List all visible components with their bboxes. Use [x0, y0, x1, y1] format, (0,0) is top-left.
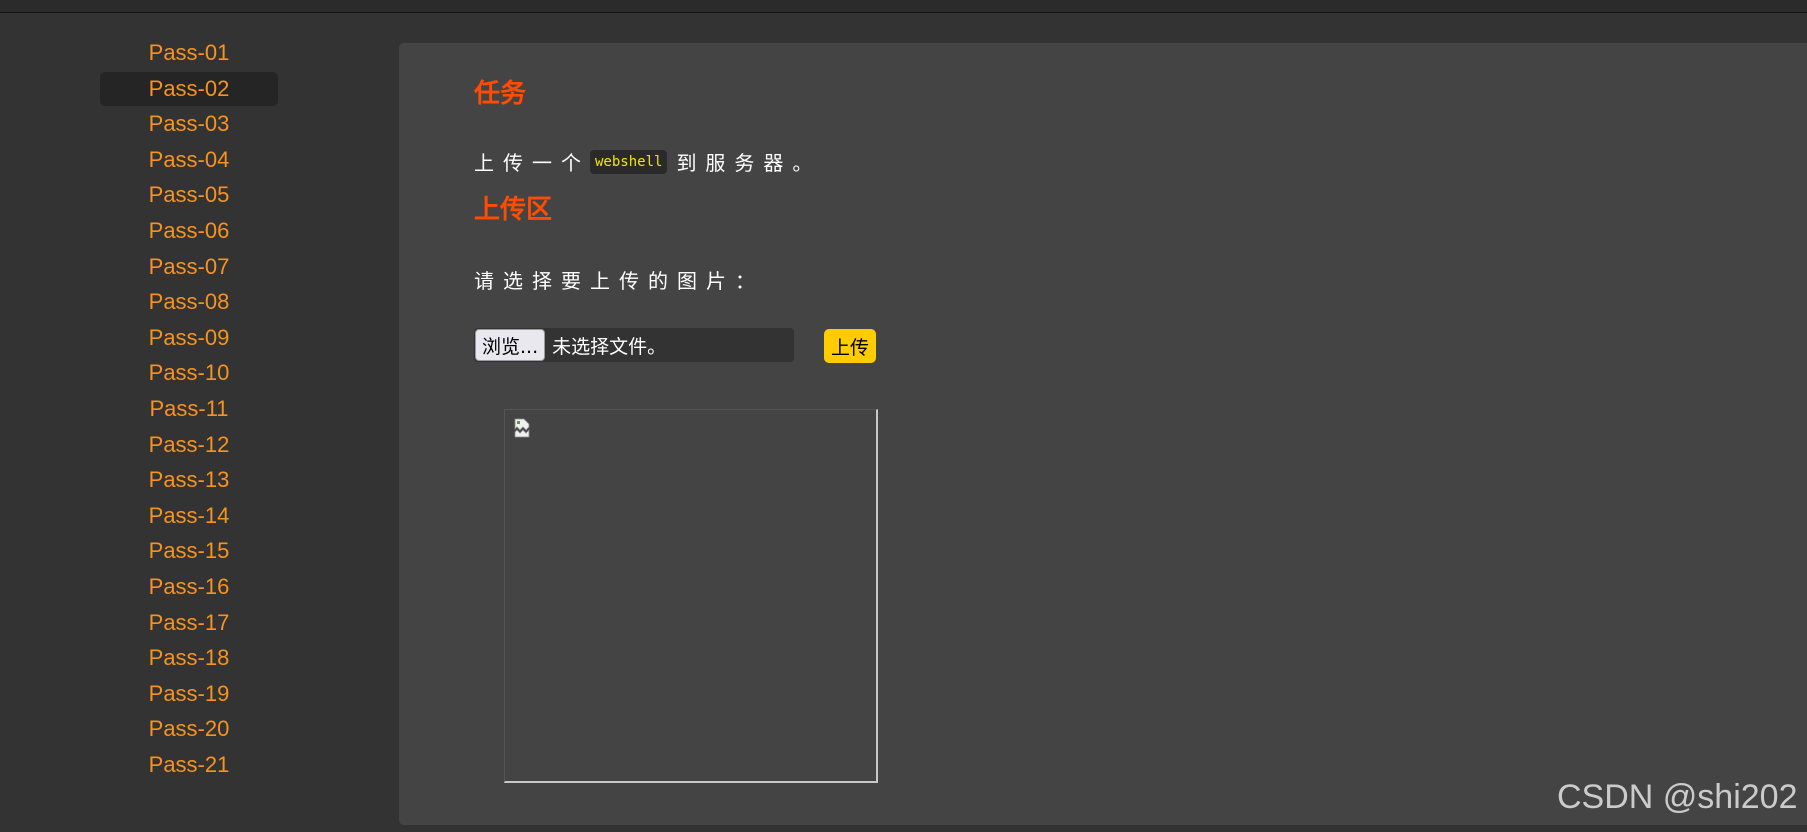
- upload-button[interactable]: 上传: [824, 329, 876, 363]
- top-bar: [0, 0, 1807, 13]
- task-text-before: 上传一个: [474, 151, 590, 175]
- sidebar-item-pass-19[interactable]: Pass-19: [100, 677, 278, 711]
- task-description: 上传一个 webshell 到服务器。: [474, 147, 821, 176]
- sidebar-item-pass-11[interactable]: Pass-11: [100, 392, 278, 426]
- sidebar-item-pass-10[interactable]: Pass-10: [100, 356, 278, 390]
- broken-image-icon: [514, 418, 530, 438]
- sidebar-item-pass-18[interactable]: Pass-18: [100, 641, 278, 675]
- sidebar-item-pass-04[interactable]: Pass-04: [100, 143, 278, 177]
- sidebar-item-pass-06[interactable]: Pass-06: [100, 214, 278, 248]
- sidebar-item-pass-16[interactable]: Pass-16: [100, 570, 278, 604]
- sidebar-item-pass-07[interactable]: Pass-07: [100, 250, 278, 284]
- csdn-watermark: CSDN @shi202: [1557, 778, 1798, 816]
- sidebar-item-pass-08[interactable]: Pass-08: [100, 285, 278, 319]
- sidebar-item-pass-09[interactable]: Pass-09: [100, 321, 278, 355]
- sidebar-nav: Pass-01 Pass-02 Pass-03 Pass-04 Pass-05 Pass-…: [100, 36, 278, 783]
- file-input[interactable]: 浏览... 未选择文件。: [474, 328, 794, 362]
- task-heading: 任务: [474, 79, 527, 109]
- task-text-after: 到服务器。: [676, 151, 822, 175]
- upload-heading: 上传区: [474, 195, 553, 225]
- browse-button[interactable]: 浏览...: [475, 329, 546, 361]
- upload-prompt: 请选择要上传的图片：: [474, 269, 764, 293]
- sidebar-item-pass-01[interactable]: Pass-01: [100, 36, 278, 70]
- sidebar-item-pass-02[interactable]: Pass-02: [100, 71, 278, 106]
- sidebar-item-pass-13[interactable]: Pass-13: [100, 463, 278, 497]
- sidebar-item-pass-12[interactable]: Pass-12: [100, 428, 278, 462]
- webshell-code: webshell: [590, 149, 668, 174]
- main-panel: 任务 上传一个 webshell 到服务器。 上传区 请选择要上传的图片： 浏览…: [399, 43, 1807, 825]
- image-preview: [504, 409, 878, 783]
- sidebar-item-pass-05[interactable]: Pass-05: [100, 178, 278, 212]
- sidebar-item-pass-03[interactable]: Pass-03: [100, 107, 278, 141]
- sidebar-item-pass-17[interactable]: Pass-17: [100, 606, 278, 640]
- sidebar-item-pass-14[interactable]: Pass-14: [100, 499, 278, 533]
- sidebar-item-pass-15[interactable]: Pass-15: [100, 534, 278, 568]
- file-status-text: 未选择文件。: [552, 335, 667, 358]
- sidebar-item-pass-20[interactable]: Pass-20: [100, 712, 278, 746]
- sidebar-item-pass-21[interactable]: Pass-21: [100, 748, 278, 782]
